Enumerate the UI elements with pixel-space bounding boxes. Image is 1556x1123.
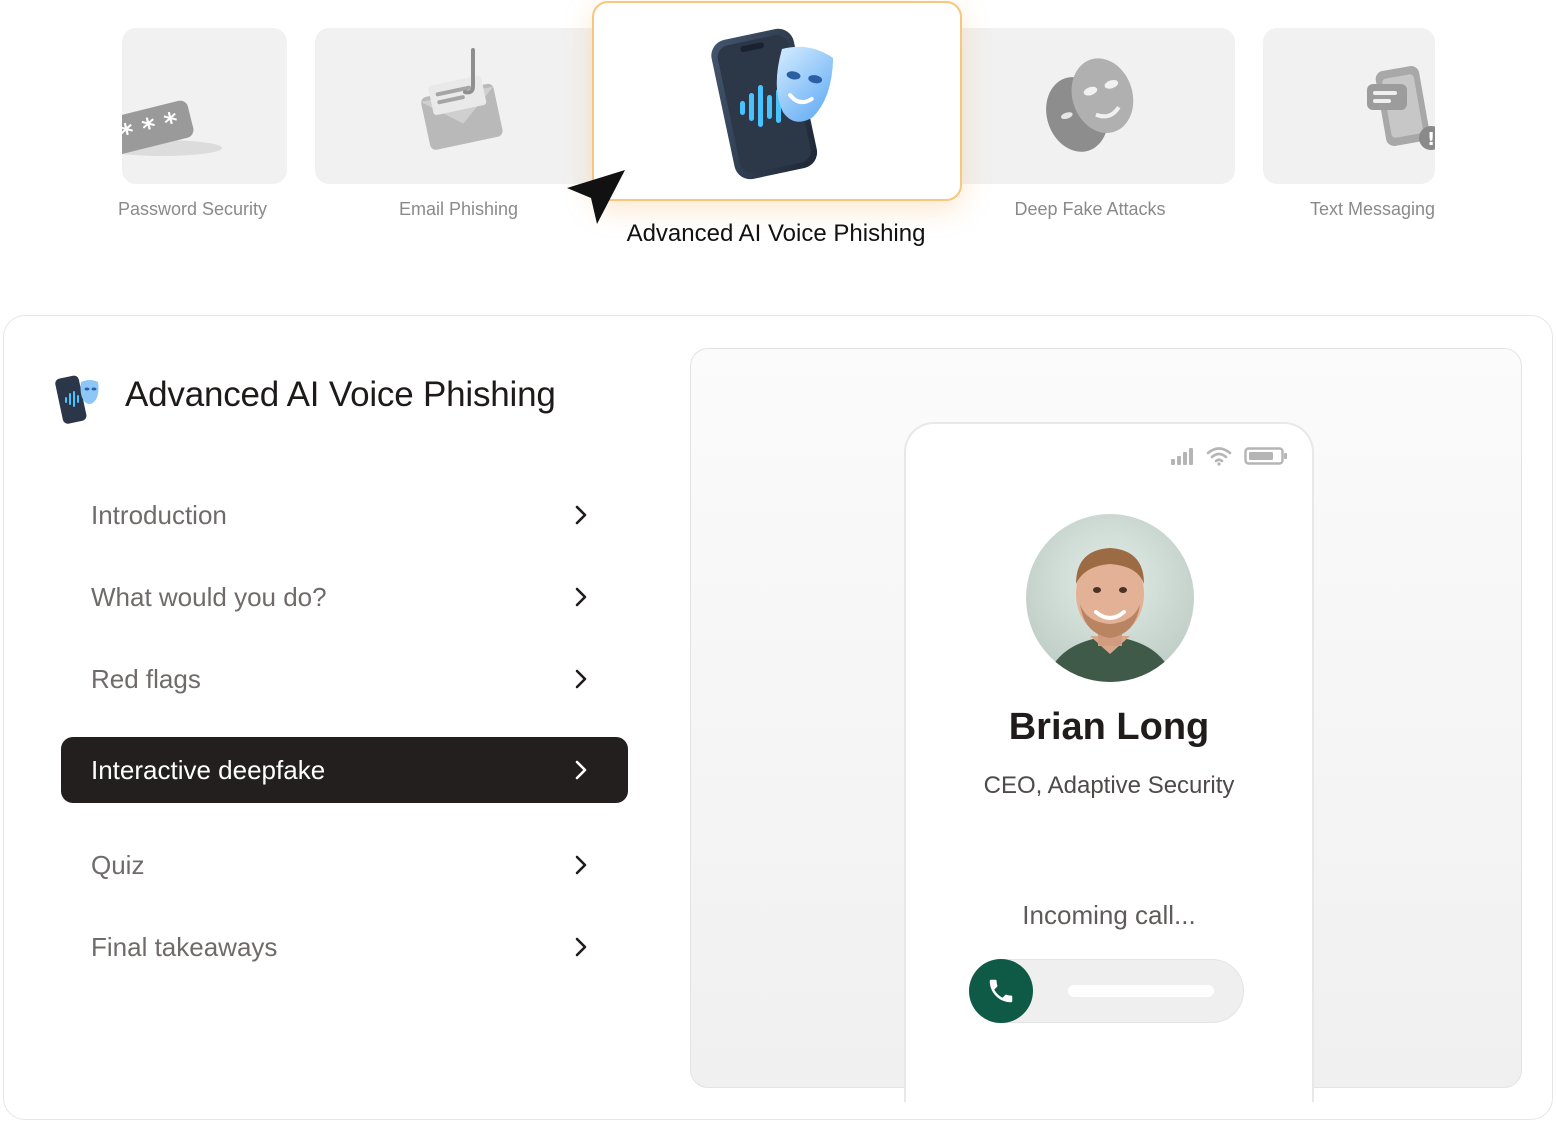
phone-icon [989,979,1013,1003]
phone-mask-icon [55,375,99,424]
menu-item-label: Red flags [91,663,201,694]
envelope-hook-icon [420,48,503,150]
menu-item-introduction[interactable]: Introduction [61,482,628,548]
carousel-card-ai-voice-phishing[interactable] [592,1,962,201]
caller-avatar [1026,514,1194,682]
call-status: Incoming call... [1022,900,1196,930]
carousel-card-email-phishing[interactable] [315,28,605,184]
masks-icon [1046,58,1134,152]
caller-name: Brian Long [1008,706,1210,748]
signal-icon [1171,448,1193,465]
slider-track [1068,985,1214,997]
phone-status-bar [1170,446,1288,466]
chevron-right-icon [575,937,587,957]
carousel-label-password-security: Password Security [118,199,268,219]
carousel-card-text-messaging[interactable]: ! [1263,28,1435,184]
carousel-label-ai-voice-phishing: Advanced AI Voice Phishing [626,220,926,247]
menu-item-what-would-you-do[interactable]: What would you do? [61,564,628,630]
answer-call-button[interactable] [969,959,1033,1023]
wifi-icon [1206,447,1232,466]
carousel-label-deep-fake-attacks: Deep Fake Attacks [1014,199,1166,219]
carousel-label-text-messaging: Text Messaging [1310,199,1436,219]
carousel-label-email-phishing: Email Phishing [398,199,519,219]
chevron-right-icon [575,855,587,875]
caller-role: CEO, Adaptive Security [983,772,1235,799]
menu-item-red-flags[interactable]: Red flags [61,646,628,712]
chevron-right-icon [575,587,587,607]
chevron-right-icon [575,505,587,525]
carousel-card-password-security[interactable]: * * * [122,28,287,184]
module-carousel: * * * Password Security Email Phishing D… [0,0,1556,300]
menu-item-label: Introduction [91,499,227,530]
menu-item-label: Final takeaways [91,931,278,962]
menu-item-quiz[interactable]: Quiz [61,832,628,898]
menu-item-label: What would you do? [91,581,327,612]
phone-mask-icon [711,28,834,180]
cursor-arrow-icon [567,170,625,224]
menu-item-label: Quiz [91,849,145,880]
menu-item-label: Interactive deepfake [91,754,326,785]
menu-item-interactive-deepfake[interactable]: Interactive deepfake [61,737,628,803]
menu-item-final-takeaways[interactable]: Final takeaways [61,914,628,980]
battery-icon [1244,447,1287,465]
carousel-card-deep-fake-attacks[interactable] [945,28,1235,184]
phone-messages-icon: ! [1367,66,1435,150]
svg-text:!: ! [1427,129,1435,150]
carousel-left-edge [0,0,122,200]
carousel-right-edge [1438,0,1556,200]
chevron-right-icon [575,760,587,780]
chevron-right-icon [575,669,587,689]
module-title: Advanced AI Voice Phishing [125,375,556,414]
password-icon: * * * [122,100,222,164]
